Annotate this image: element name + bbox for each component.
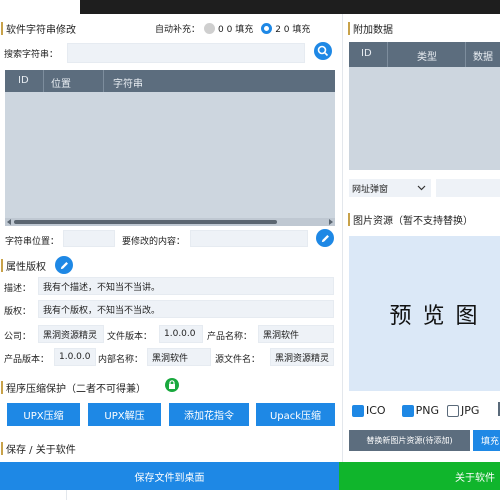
png-label[interactable]: PNG xyxy=(416,404,439,417)
edit-string-button[interactable] xyxy=(316,229,334,247)
props-section-title-text: 属性版权 xyxy=(6,262,46,273)
extra-type-dropdown-value: 网址弹窗 xyxy=(352,184,389,195)
strings-col-id[interactable]: ID xyxy=(18,75,29,86)
radio-20-fill[interactable] xyxy=(261,23,273,34)
source-file-input[interactable]: 黑洞资源精灵 xyxy=(270,348,334,366)
extra-col-data[interactable]: 数据 xyxy=(473,48,493,63)
extra-grid-body[interactable] xyxy=(349,67,500,170)
search-icon xyxy=(317,45,329,57)
replace-image-button[interactable]: 替换新图片资源(待添加) xyxy=(349,430,470,451)
source-file-label: 源文件名： xyxy=(215,355,261,365)
save-section-title: 保存 / 关于软件 xyxy=(1,441,76,456)
product-name-input[interactable]: 黑洞软件 xyxy=(258,325,334,343)
string-position-field[interactable] xyxy=(63,230,115,247)
extra-data-section-title-text: 附加数据 xyxy=(353,25,393,36)
ico-checkbox[interactable] xyxy=(352,404,364,417)
col-divider xyxy=(43,70,44,92)
copyright-input[interactable]: 我有个版权，不知当不当改。 xyxy=(38,300,334,318)
save-to-desktop-button[interactable]: 保存文件到桌面 xyxy=(0,462,339,490)
edit-content-input[interactable] xyxy=(190,230,308,247)
extra-type-dropdown[interactable]: 网址弹窗 xyxy=(349,179,431,197)
desc-input[interactable]: 我有个描述，不知当不当讲。 xyxy=(38,277,334,295)
copyright-label: 版权： xyxy=(4,307,32,317)
image-preview: 预 览 图 xyxy=(349,236,500,391)
scroll-left-icon[interactable] xyxy=(7,219,11,225)
col-divider xyxy=(465,42,466,67)
col-divider xyxy=(103,70,104,92)
search-input[interactable] xyxy=(67,43,305,63)
scrollbar-thumb[interactable] xyxy=(14,220,277,224)
image-section-title: 图片资源（暂不支持替换） xyxy=(348,212,473,227)
auto-fill-label: 自动补充： xyxy=(155,25,201,35)
fill-button[interactable]: 填充 xyxy=(473,430,500,451)
radio-00-fill[interactable] xyxy=(204,23,216,34)
about-software-button[interactable]: 关于软件 xyxy=(339,462,500,490)
strings-grid-body[interactable] xyxy=(5,92,335,226)
upx-compress-button[interactable]: UPX压缩 xyxy=(7,403,80,426)
product-version-input[interactable]: 1.0.0.0 xyxy=(54,348,96,366)
compress-section-title: 程序压缩保护（二者不可得兼） xyxy=(1,380,146,395)
radio-00-label[interactable]: 0 0 填充 xyxy=(218,22,253,35)
props-section-title: 属性版权 xyxy=(1,258,46,273)
bottom-edge xyxy=(0,490,500,500)
jpg-label[interactable]: JPG xyxy=(461,404,479,417)
pencil-icon xyxy=(321,234,329,242)
format-checkboxes: ICO PNG JPG xyxy=(352,404,479,417)
extra-data-section-title: 附加数据 xyxy=(348,21,393,36)
internal-name-input[interactable]: 黑洞软件 xyxy=(147,348,211,366)
upx-decompress-button[interactable]: UPX解压 xyxy=(88,403,161,426)
title-bar xyxy=(0,0,500,14)
lock-button[interactable] xyxy=(165,378,179,392)
add-junk-code-button[interactable]: 添加花指令 xyxy=(169,403,249,426)
file-version-label: 文件版本： xyxy=(107,332,153,342)
bottom-divider xyxy=(66,490,67,500)
auto-fill-group: 自动补充： 0 0 填充 2 0 填充 xyxy=(155,22,310,35)
edit-props-button[interactable] xyxy=(55,256,73,274)
save-section-title-text: 保存 / 关于软件 xyxy=(6,445,76,456)
extra-col-id[interactable]: ID xyxy=(361,48,372,59)
panel-divider xyxy=(342,14,343,462)
radio-20-label[interactable]: 2 0 填充 xyxy=(275,22,310,35)
search-label: 搜索字符串： xyxy=(4,50,59,60)
preview-text: 预 览 图 xyxy=(389,303,480,329)
desc-label: 描述： xyxy=(4,284,32,294)
extra-grid-header: ID 类型 数据 xyxy=(349,42,500,67)
title-bar-dark xyxy=(80,0,500,14)
horizontal-scrollbar[interactable] xyxy=(5,218,335,226)
search-button[interactable] xyxy=(314,42,332,60)
image-section-title-text: 图片资源（暂不支持替换） xyxy=(353,216,473,227)
strings-col-string[interactable]: 字符串 xyxy=(113,75,143,90)
product-version-label: 产品版本： xyxy=(4,355,50,365)
strings-section-title: 软件字符串修改 xyxy=(1,21,76,36)
product-name-label: 产品名称： xyxy=(207,332,253,342)
company-input[interactable]: 黑洞资源精灵 xyxy=(38,325,104,343)
png-checkbox[interactable] xyxy=(401,404,414,417)
ico-label[interactable]: ICO xyxy=(366,404,386,417)
extra-col-type[interactable]: 类型 xyxy=(417,48,437,63)
col-divider xyxy=(387,42,388,67)
strings-col-position[interactable]: 位置 xyxy=(51,75,71,90)
extra-data-input[interactable] xyxy=(436,179,500,197)
jpg-checkbox[interactable] xyxy=(446,404,459,417)
scroll-right-icon[interactable] xyxy=(329,219,333,225)
lock-icon xyxy=(169,380,175,389)
pencil-icon xyxy=(60,261,68,269)
internal-name-label: 内部名称： xyxy=(98,355,144,365)
file-version-input[interactable]: 1.0.0.0 xyxy=(159,325,203,343)
edit-content-label: 要修改的内容： xyxy=(122,237,186,247)
compress-section-title-text: 程序压缩保护（二者不可得兼） xyxy=(6,384,146,395)
company-label: 公司： xyxy=(4,332,32,342)
strings-grid-header: ID 位置 字符串 xyxy=(5,70,335,92)
string-position-label: 字符串位置： xyxy=(5,237,60,247)
strings-section-title-text: 软件字符串修改 xyxy=(6,25,76,36)
upack-compress-button[interactable]: Upack压缩 xyxy=(256,403,335,426)
chevron-down-icon xyxy=(417,185,426,191)
